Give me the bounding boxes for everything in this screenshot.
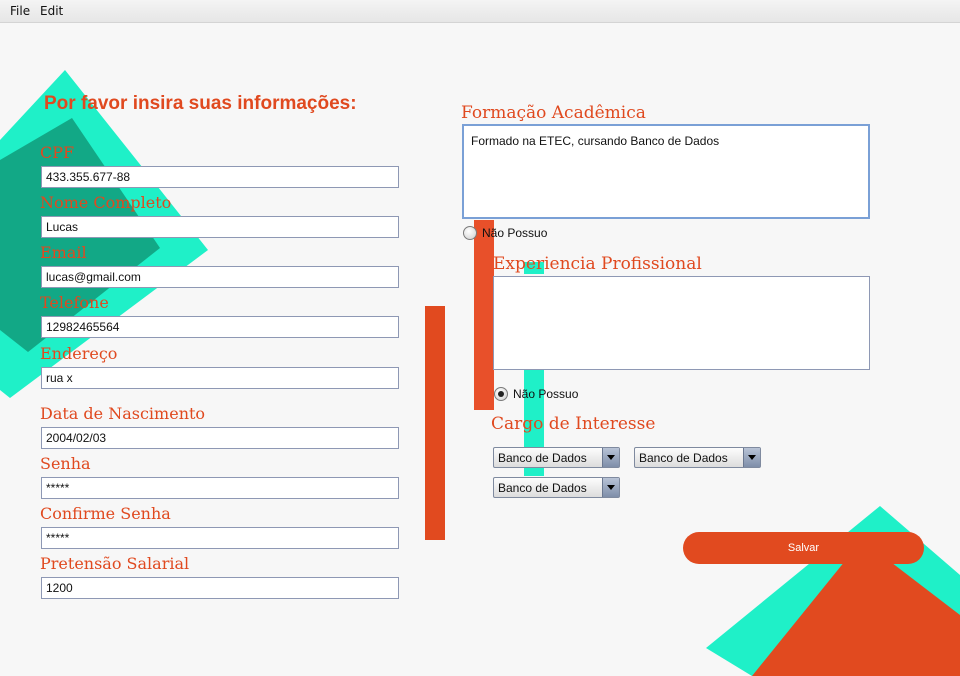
- interest-select-2[interactable]: Banco de Dados: [634, 447, 761, 468]
- phone-label: Telefone: [40, 293, 109, 312]
- salary-label: Pretensão Salarial: [40, 554, 190, 573]
- chevron-down-icon[interactable]: [602, 448, 619, 467]
- email-label: Email: [40, 243, 87, 262]
- interest-select-2-value: Banco de Dados: [639, 451, 728, 465]
- form-heading: Por favor insira suas informações:: [44, 93, 357, 114]
- experience-textarea[interactable]: [493, 276, 870, 370]
- education-none-option[interactable]: Não Possuo: [463, 226, 547, 240]
- education-none-label: Não Possuo: [482, 226, 548, 240]
- email-input[interactable]: lucas@gmail.com: [41, 266, 399, 288]
- confirm-password-label: Confirme Senha: [40, 504, 171, 523]
- experience-none-option[interactable]: Não Possuo: [494, 387, 578, 401]
- address-label: Endereço: [40, 344, 118, 363]
- interest-label: Cargo de Interesse: [491, 414, 656, 434]
- full-name-label: Nome Completo: [40, 193, 172, 212]
- birth-date-label: Data de Nascimento: [40, 404, 206, 423]
- interest-select-1[interactable]: Banco de Dados: [493, 447, 620, 468]
- chevron-down-icon[interactable]: [743, 448, 760, 467]
- education-label: Formação Acadêmica: [461, 103, 646, 123]
- experience-label: Experiencia Profissional: [493, 254, 702, 274]
- password-input[interactable]: *****: [41, 477, 399, 499]
- interest-select-3-value: Banco de Dados: [498, 481, 587, 495]
- address-input[interactable]: rua x: [41, 367, 399, 389]
- interest-select-3[interactable]: Banco de Dados: [493, 477, 620, 498]
- birth-date-input[interactable]: 2004/02/03: [41, 427, 399, 449]
- orange-bar-right: [474, 220, 494, 410]
- experience-none-radio[interactable]: [494, 387, 508, 401]
- password-label: Senha: [40, 454, 91, 473]
- save-button[interactable]: Salvar: [683, 532, 924, 564]
- experience-none-label: Não Possuo: [513, 387, 579, 401]
- interest-select-1-value: Banco de Dados: [498, 451, 587, 465]
- cpf-label: CPF: [40, 143, 75, 162]
- cpf-input[interactable]: 433.355.677-88: [41, 166, 399, 188]
- orange-bar-center: [425, 306, 445, 540]
- phone-input[interactable]: 12982465564: [41, 316, 399, 338]
- salary-input[interactable]: 1200: [41, 577, 399, 599]
- full-name-input[interactable]: Lucas: [41, 216, 399, 238]
- chevron-down-icon[interactable]: [602, 478, 619, 497]
- education-none-radio[interactable]: [463, 226, 477, 240]
- education-textarea[interactable]: Formado na ETEC, cursando Banco de Dados: [462, 124, 870, 219]
- confirm-password-input[interactable]: *****: [41, 527, 399, 549]
